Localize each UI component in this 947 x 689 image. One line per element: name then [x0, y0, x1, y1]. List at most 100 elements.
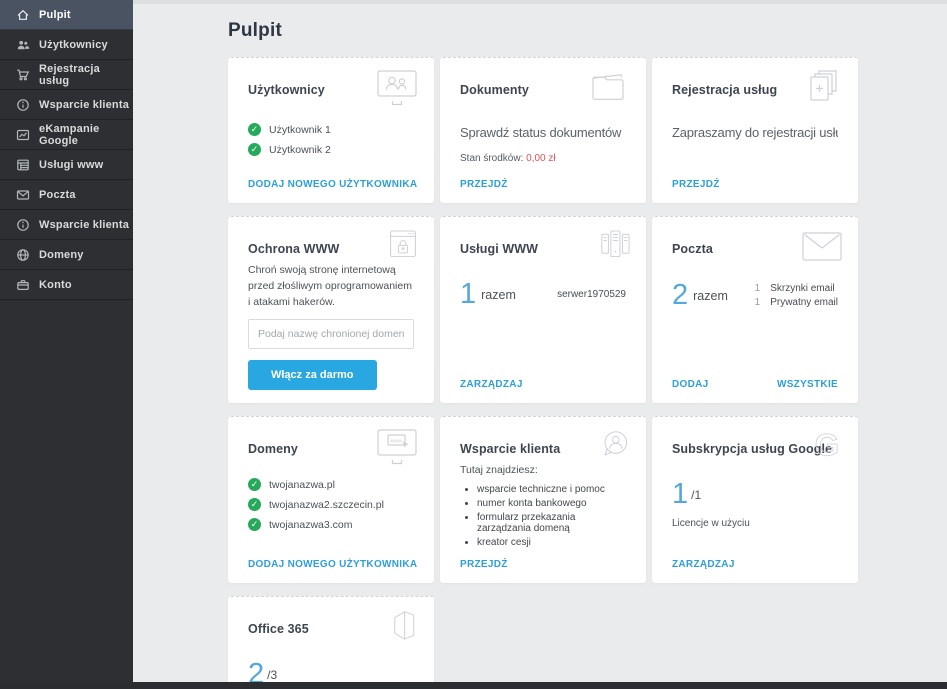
check-circle-icon	[248, 498, 261, 511]
check-circle-icon	[248, 143, 261, 156]
users-icon	[16, 38, 30, 52]
sidebar-item-uzytkownicy[interactable]: Użytkownicy	[0, 30, 133, 60]
domain-list: twojanazwa.pl twojanazwa2.szczecin.pl tw…	[248, 478, 414, 538]
google-licenses-total: /1	[691, 488, 701, 502]
check-circle-icon	[248, 478, 261, 491]
envelope-icon	[799, 227, 845, 267]
pages-plus-icon	[799, 68, 845, 108]
sidebar-item-konto[interactable]: Konto	[0, 270, 133, 300]
domain-row: twojanazwa.pl	[248, 478, 414, 491]
sidebar-item-poczta[interactable]: Poczta	[0, 180, 133, 210]
google-licenses-label: Licencje w użyciu	[672, 518, 838, 529]
info-icon	[16, 218, 30, 232]
registration-go-link[interactable]: PRZEJDŹ	[672, 179, 720, 190]
check-circle-icon	[248, 518, 261, 531]
servers-icon	[596, 226, 634, 264]
support-intro: Tutaj znajdziesz:	[460, 464, 626, 476]
mail-count-label: razem	[693, 289, 728, 303]
user-name: Użytkownik 1	[269, 124, 331, 136]
card-support: Wsparcie klienta Tutaj znajdziesz: wspar…	[440, 416, 646, 583]
mail-type-label: Skrzynki email	[770, 283, 834, 294]
svg-text:www: www	[389, 439, 402, 445]
google-licenses-count: 1	[672, 480, 688, 509]
users-monitor-icon	[375, 68, 421, 108]
mail-breakdown: 1 Skrzynki email 1 Prywatny email	[750, 280, 838, 311]
support-bubble-icon	[596, 426, 634, 464]
card-registration: Rejestracja usług Zapraszamy do rejestra…	[652, 57, 858, 203]
sidebar-item-rejestracja-uslug[interactable]: Rejestracja usług	[0, 60, 133, 90]
mail-type-count: 1	[750, 283, 760, 294]
add-new-user-link[interactable]: DODAJ NOWEGO UŻYTKOWNIKA	[248, 179, 417, 190]
bottom-bar	[0, 682, 947, 689]
card-documents: Dokumenty Sprawdź status dokumentów Stan…	[440, 57, 646, 203]
user-row: Użytkownik 1	[248, 123, 414, 136]
balance-value: 0,00 zł	[526, 153, 555, 164]
registration-invite-message: Zapraszamy do rejestracji usług	[672, 125, 838, 140]
support-bullet: wsparcie techniczne i pomoc	[477, 484, 626, 495]
protection-description: Chroń swoją stronę internetową przed zło…	[248, 263, 414, 310]
services-count: 1	[460, 280, 476, 309]
svg-text:G: G	[815, 428, 839, 463]
support-bullet-list: wsparcie techniczne i pomoc numer konta …	[477, 481, 626, 551]
sidebar-item-wsparcie-klienta-1[interactable]: Wsparcie klienta	[0, 90, 133, 120]
sidebar-item-wsparcie-klienta-2[interactable]: Wsparcie klienta	[0, 210, 133, 240]
mail-add-link[interactable]: DODAJ	[672, 379, 709, 390]
cart-icon	[16, 68, 30, 82]
chart-icon	[16, 128, 30, 142]
card-users: Użytkownicy Użytkownik 1 Użytkownik 2 DO…	[228, 57, 434, 203]
office-logo-icon	[384, 606, 422, 644]
domain-row: twojanazwa2.szczecin.pl	[248, 498, 414, 511]
support-bullet: kreator cesji	[477, 537, 626, 548]
mail-type-label: Prywatny email	[770, 297, 838, 308]
google-manage-link[interactable]: ZARZĄDZAJ	[672, 559, 735, 570]
services-manage-link[interactable]: ZARZĄDZAJ	[460, 379, 523, 390]
mail-breakdown-row: 1 Prywatny email	[750, 297, 838, 308]
mail-all-link[interactable]: WSZYSTKIE	[777, 379, 838, 390]
support-go-link[interactable]: PRZEJDŹ	[460, 559, 508, 570]
sidebar-item-label: Poczta	[39, 189, 76, 201]
check-circle-icon	[248, 123, 261, 136]
domain-row: twojanazwa3.com	[248, 518, 414, 531]
support-bullet: formularz przekazania zarządzania domeną	[477, 512, 626, 534]
sidebar-item-uslugi-www[interactable]: Usługi www	[0, 150, 133, 180]
card-www-protection: Ochrona WWW Chroń swoją stronę interneto…	[228, 216, 434, 403]
card-google-subscription: G Subskrypcja usług Google 1 /1 Licencje…	[652, 416, 858, 583]
sidebar-item-domeny[interactable]: Domeny	[0, 240, 133, 270]
card-domains: www Domeny twojanazwa.pl twojanazwa2.szc…	[228, 416, 434, 583]
briefcase-icon	[16, 278, 30, 292]
domains-monitor-icon: www	[375, 427, 421, 467]
sidebar-item-label: Domeny	[39, 249, 84, 261]
mail-type-count: 1	[750, 297, 760, 308]
user-name: Użytkownik 2	[269, 144, 331, 156]
domain-name: twojanazwa.pl	[269, 479, 335, 491]
folder-icon	[587, 68, 633, 108]
documents-status-message: Sprawdź status dokumentów	[460, 125, 626, 140]
sidebar-item-label: Wsparcie klienta	[39, 99, 129, 111]
home-icon	[16, 8, 30, 22]
mail-icon	[16, 188, 30, 202]
google-g-icon: G	[808, 426, 846, 464]
user-list: Użytkownik 1 Użytkownik 2	[248, 123, 414, 163]
domain-name: twojanazwa3.com	[269, 519, 352, 531]
balance-label: Stan środków:	[460, 153, 523, 164]
balance-row: Stan środków: 0,00 zł	[460, 153, 626, 164]
domain-name: twojanazwa2.szczecin.pl	[269, 499, 384, 511]
support-bullet: numer konta bankowego	[477, 498, 626, 509]
enable-free-button[interactable]: Włącz za darmo	[248, 360, 377, 390]
domains-add-link[interactable]: DODAJ NOWEGO UŻYTKOWNIKA	[248, 559, 417, 570]
sidebar-item-label: Wsparcie klienta	[39, 219, 129, 231]
sidebar-item-label: eKampanie Google	[39, 123, 133, 147]
sidebar-item-label: Użytkownicy	[39, 39, 108, 51]
sidebar: Pulpit Użytkownicy Rejestracja usług Wsp…	[0, 0, 133, 689]
protected-domain-input[interactable]	[248, 319, 414, 349]
user-row: Użytkownik 2	[248, 143, 414, 156]
info-icon	[16, 98, 30, 112]
sidebar-item-label: Rejestracja usług	[39, 63, 133, 87]
server-name: serwer1970529	[557, 289, 626, 300]
table-icon	[16, 158, 30, 172]
dashboard-grid: Użytkownicy Użytkownik 1 Użytkownik 2 DO…	[228, 57, 947, 689]
documents-go-link[interactable]: PRZEJDŹ	[460, 179, 508, 190]
sidebar-item-pulpit[interactable]: Pulpit	[0, 0, 133, 30]
card-office365: Office 365 2 /3 Licencje przypisane do u…	[228, 596, 434, 689]
sidebar-item-ekampanie-google[interactable]: eKampanie Google	[0, 120, 133, 150]
